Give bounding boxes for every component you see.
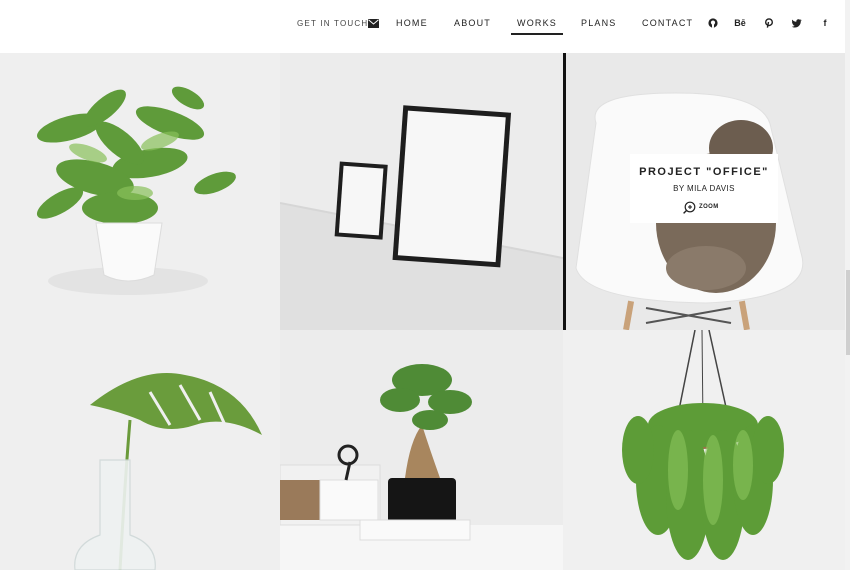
nav-home[interactable]: HOME: [396, 18, 428, 28]
zoom-in-icon: [683, 201, 696, 214]
project-hover-card: PROJECT "OFFICE" BY MILA DAVIS ZOOM: [630, 154, 778, 223]
fern-plant-image: [0, 53, 280, 330]
bonsai-desk-image: [280, 330, 563, 570]
portfolio-item-frames[interactable]: [280, 53, 563, 330]
nav-plans[interactable]: PLANS: [581, 18, 617, 28]
monstera-vase-image: [0, 330, 280, 570]
twitter-icon[interactable]: [791, 17, 803, 29]
behance-icon[interactable]: Bē: [734, 17, 746, 29]
project-author: BY MILA DAVIS: [673, 184, 735, 193]
scrollbar-thumb[interactable]: [846, 270, 850, 355]
nav-works[interactable]: WORKS: [510, 18, 564, 35]
project-title[interactable]: PROJECT "OFFICE": [630, 166, 778, 178]
picture-frames-image: [280, 53, 563, 330]
zoom-label: ZOOM: [699, 204, 719, 210]
nav-contact[interactable]: CONTACT: [642, 18, 693, 28]
pinterest-icon[interactable]: [763, 17, 775, 29]
facebook-icon[interactable]: f: [819, 17, 831, 29]
envelope-icon[interactable]: [368, 19, 379, 28]
hanging-plant-image: [563, 330, 845, 570]
nav-about[interactable]: ABOUT: [454, 18, 491, 28]
portfolio-item-hanging-plant[interactable]: [563, 330, 845, 570]
get-in-touch-link[interactable]: GET IN TOUCH: [297, 19, 368, 28]
zoom-button[interactable]: ZOOM: [683, 200, 719, 214]
portfolio-item-monstera[interactable]: [0, 330, 280, 570]
github-icon[interactable]: [707, 17, 719, 29]
portfolio-item-fern[interactable]: [0, 53, 280, 330]
portfolio-item-bonsai[interactable]: [280, 330, 563, 570]
site-header: GET IN TOUCH HOME ABOUT WORKS PLANS CONT…: [0, 0, 850, 53]
